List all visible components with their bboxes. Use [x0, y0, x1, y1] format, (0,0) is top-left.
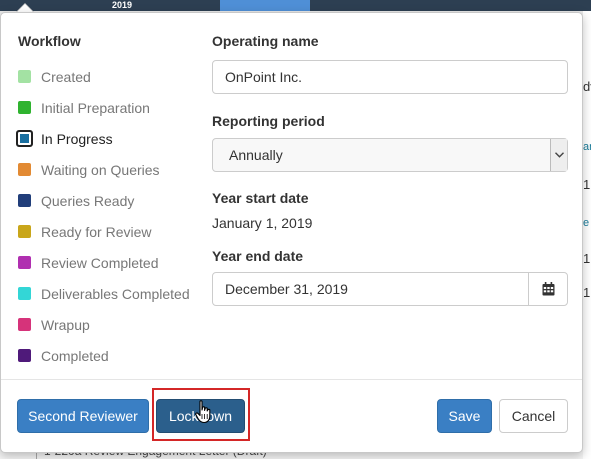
background-fragment: ar [583, 141, 591, 153]
workflow-item-label: In Progress [41, 130, 113, 147]
status-swatch [18, 194, 31, 207]
workflow-item-waiting-on-queries[interactable]: Waiting on Queries [18, 154, 190, 185]
second-reviewer-button[interactable]: Second Reviewer [17, 399, 149, 433]
background-fragment: 1 [583, 285, 591, 300]
workflow-item-label: Waiting on Queries [41, 161, 160, 178]
reporting-period-value: Annually [229, 147, 283, 163]
workflow-item-label: Wrapup [41, 316, 90, 333]
operating-name-value: OnPoint Inc. [225, 69, 303, 85]
year-end-date-input[interactable]: December 31, 2019 [212, 272, 568, 306]
workflow-item-deliverables-completed[interactable]: Deliverables Completed [18, 278, 190, 309]
background-right-panel: dv ar 1 e 1 1 [583, 11, 591, 459]
workflow-list: Created Initial Preparation In Progress … [16, 61, 190, 371]
background-fragment: dv [583, 79, 591, 94]
workflow-item-queries-ready[interactable]: Queries Ready [18, 185, 190, 216]
background-fragment: 1 [583, 177, 591, 192]
workflow-item-initial-preparation[interactable]: Initial Preparation [18, 92, 190, 123]
footer-divider [1, 379, 582, 380]
workflow-item-label: Created [41, 68, 91, 85]
status-swatch [16, 130, 33, 147]
workflow-item-label: Completed [41, 347, 109, 364]
status-swatch [18, 70, 31, 83]
cancel-button[interactable]: Cancel [499, 399, 568, 433]
workflow-popover: Workflow Created Initial Preparation In … [0, 12, 583, 453]
workflow-item-label: Ready for Review [41, 223, 152, 240]
workflow-title: Workflow [18, 33, 81, 49]
reporting-period-label: Reporting period [212, 113, 325, 129]
background-fragment: e [583, 217, 590, 229]
workflow-item-completed[interactable]: Completed [18, 340, 190, 371]
year-end-label: Year end date [212, 248, 304, 264]
year-end-value: December 31, 2019 [225, 281, 348, 297]
workflow-item-wrapup[interactable]: Wrapup [18, 309, 190, 340]
background-fragment: 1 [583, 251, 591, 266]
status-swatch [18, 287, 31, 300]
background-year-label: 2019 [112, 0, 133, 10]
engagement-form: Operating name OnPoint Inc. Reporting pe… [212, 33, 568, 306]
status-swatch [18, 225, 31, 238]
workflow-item-label: Review Completed [41, 254, 159, 271]
operating-name-input[interactable]: OnPoint Inc. [212, 60, 568, 94]
reporting-period-select[interactable]: Annually [212, 138, 568, 172]
save-button[interactable]: Save [437, 399, 492, 433]
workflow-item-label: Initial Preparation [41, 99, 150, 116]
calendar-icon[interactable] [528, 273, 567, 305]
year-start-label: Year start date [212, 190, 309, 206]
status-swatch [18, 349, 31, 362]
workflow-item-created[interactable]: Created [18, 61, 190, 92]
workflow-item-label: Queries Ready [41, 192, 135, 209]
workflow-item-label: Deliverables Completed [41, 285, 190, 302]
workflow-item-ready-for-review[interactable]: Ready for Review [18, 216, 190, 247]
status-swatch [18, 318, 31, 331]
background-top-bar: 2019 [0, 0, 591, 11]
operating-name-label: Operating name [212, 33, 319, 49]
workflow-item-review-completed[interactable]: Review Completed [18, 247, 190, 278]
hand-pointer-icon [195, 400, 211, 424]
background-active-segment [220, 0, 310, 11]
status-swatch [18, 256, 31, 269]
status-swatch [18, 163, 31, 176]
workflow-item-in-progress[interactable]: In Progress [16, 123, 190, 154]
chevron-down-icon [550, 139, 567, 171]
year-start-value: January 1, 2019 [212, 215, 313, 231]
status-swatch [18, 101, 31, 114]
